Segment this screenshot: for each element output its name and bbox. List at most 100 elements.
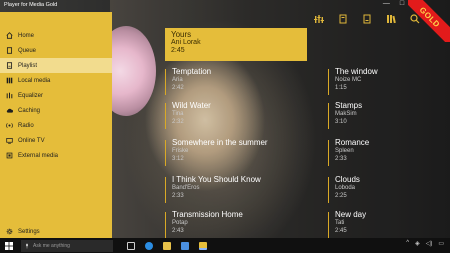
track-divider [328, 140, 329, 166]
track-item[interactable]: New day Tati 2:45 [335, 210, 366, 235]
sidebar-item-label: Home [18, 32, 35, 39]
track-duration: 2:45 [171, 47, 185, 54]
cloud-icon [0, 107, 18, 114]
sidebar: Home Queue Playlist Local media Equalize… [0, 12, 112, 238]
equalizer-icon[interactable] [314, 14, 324, 24]
sidebar-item-label: Radio [18, 122, 34, 129]
track-artist: Tati [335, 220, 345, 226]
track-item[interactable]: I Think You Should Know Band'Eros 2:33 [172, 175, 261, 200]
track-item[interactable]: The window Noize MC 1:15 [335, 67, 378, 92]
track-item[interactable]: Stamps MakSim 3:10 [335, 101, 362, 126]
sidebar-item-label: Settings [18, 228, 40, 235]
track-item[interactable]: Somewhere in the summer Friske 3:12 [172, 138, 268, 163]
toolbar [314, 14, 420, 24]
track-item[interactable]: Temptation Aria 2:42 [172, 67, 211, 92]
home-icon [0, 32, 18, 39]
track-artist: Potap [172, 220, 188, 226]
sidebar-item-settings[interactable]: Settings [0, 224, 112, 238]
sidebar-item-label: External media [18, 152, 59, 159]
track-divider [165, 212, 166, 238]
track-item[interactable]: Wild Water Tina 2:32 [172, 101, 211, 126]
edge-icon[interactable] [145, 241, 153, 250]
sidebar-item-label: Queue [18, 47, 37, 54]
track-artist: Tina [172, 111, 184, 117]
track-divider [165, 140, 166, 166]
tv-icon [0, 137, 18, 144]
minimize-button[interactable]: — [383, 0, 390, 12]
sidebar-item-label: Local media [18, 77, 51, 84]
track-duration: 2:25 [335, 193, 347, 199]
microphone-icon [26, 243, 28, 248]
track-artist: Spleen [335, 148, 354, 154]
sidebar-item-equalizer[interactable]: Equalizer [0, 88, 112, 103]
windows-start-icon[interactable] [3, 238, 15, 253]
track-title: Yours [171, 30, 192, 39]
gold-label: GOLD [417, 4, 443, 30]
sidebar-item-home[interactable]: Home [0, 28, 112, 43]
message-icon[interactable]: ▭ [438, 240, 444, 247]
sidebar-item-label: Playlist [18, 62, 38, 69]
track-artist: Aria [172, 77, 183, 83]
app-title: Player for Media Gold [4, 2, 58, 8]
track-duration: 2:32 [172, 119, 184, 125]
player-icon[interactable] [199, 241, 207, 250]
search-placeholder: Ask me anything [33, 242, 70, 249]
now-playing-track[interactable]: Yours Ani Lorak 2:45 [165, 28, 307, 61]
queue-icon [0, 47, 18, 54]
sidebar-item-queue[interactable]: Queue [0, 43, 112, 58]
track-divider [328, 103, 329, 129]
gear-icon [0, 228, 18, 235]
explorer-icon[interactable] [163, 241, 171, 250]
track-title: Wild Water [172, 101, 211, 110]
track-artist: Ani Lorak [171, 39, 201, 46]
taskbar-apps [127, 241, 207, 250]
track-title: Temptation [172, 67, 212, 76]
track-title: Clouds [335, 175, 360, 184]
track-artist: Band'Eros [172, 185, 200, 191]
task-view-icon[interactable] [127, 241, 135, 250]
track-duration: 2:45 [335, 228, 347, 234]
track-divider [165, 69, 166, 95]
track-duration: 2:42 [172, 85, 184, 91]
sidebar-item-playlist[interactable]: Playlist [0, 58, 112, 73]
playlist-icon [0, 62, 18, 69]
title-bar: Player for Media Gold — □ ✕ [0, 0, 450, 12]
network-icon[interactable]: ◈ [415, 240, 420, 247]
track-duration: 2:33 [335, 156, 347, 162]
chevron-up-icon[interactable]: ^ [406, 240, 409, 247]
track-divider [328, 177, 329, 203]
sidebar-item-local-media[interactable]: Local media [0, 73, 112, 88]
maximize-button[interactable]: □ [400, 0, 404, 12]
track-duration: 2:43 [172, 228, 184, 234]
track-title: Transmission Home [172, 210, 243, 219]
track-title: Somewhere in the summer [172, 138, 268, 147]
track-title: The window [335, 67, 378, 76]
sidebar-item-online-tv[interactable]: Online TV [0, 133, 112, 148]
track-title: New day [335, 210, 367, 219]
track-title: Stamps [335, 101, 363, 110]
track-item[interactable]: Clouds Loboda 2:25 [335, 175, 360, 200]
sidebar-item-caching[interactable]: Caching [0, 103, 112, 118]
taskbar-search[interactable]: Ask me anything [21, 239, 113, 252]
track-artist: Noize MC [335, 77, 362, 83]
track-divider [328, 212, 329, 238]
track-title: Romance [335, 138, 370, 147]
volume-icon[interactable]: ◁) [426, 240, 433, 247]
track-artist: Friske [172, 148, 189, 154]
sidebar-item-label: Caching [18, 107, 41, 114]
track-item[interactable]: Transmission Home Potap 2:43 [172, 210, 243, 235]
store-icon[interactable] [181, 241, 189, 250]
track-duration: 3:10 [335, 119, 347, 125]
radio-icon [0, 122, 18, 129]
gold-ribbon: GOLD [408, 0, 450, 42]
folder-icon [0, 77, 18, 84]
track-divider [165, 103, 166, 129]
track-item[interactable]: Romance Spleen 2:33 [335, 138, 369, 163]
queue-icon[interactable] [338, 14, 348, 24]
sidebar-item-radio[interactable]: Radio [0, 118, 112, 133]
playlist-icon[interactable] [362, 14, 372, 24]
sidebar-item-external-media[interactable]: External media [0, 148, 112, 163]
library-icon[interactable] [386, 14, 396, 24]
track-divider [328, 69, 329, 95]
track-artist: MakSim [335, 111, 357, 117]
